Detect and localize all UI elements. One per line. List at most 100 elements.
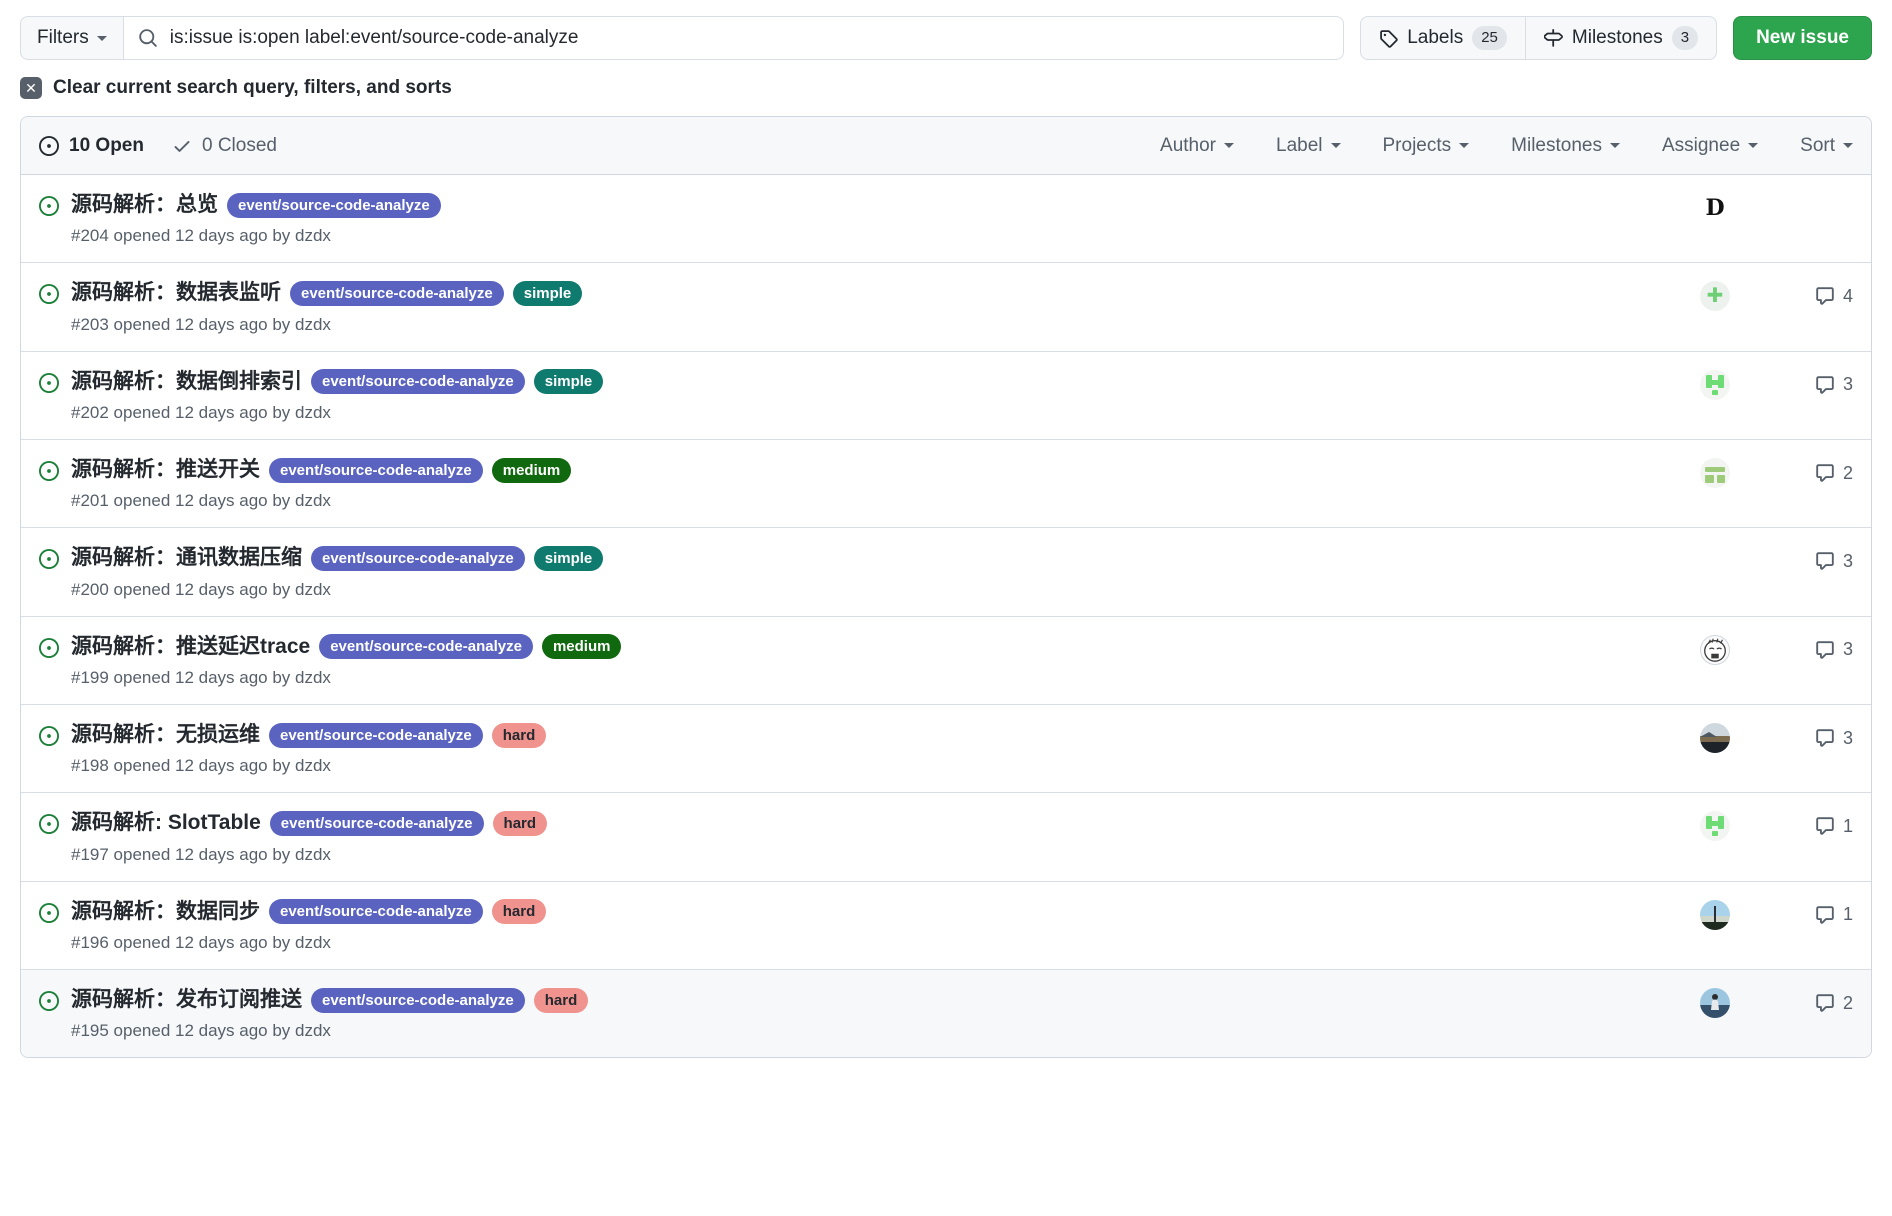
issue-row[interactable]: 源码解析：通讯数据压缩 event/source-code-analyze simp…: [21, 528, 1871, 617]
new-issue-button[interactable]: New issue: [1733, 16, 1872, 60]
issue-opened-icon: [39, 456, 59, 482]
comment-count-cell[interactable]: 3: [1775, 639, 1853, 660]
issue-row[interactable]: 源码解析：数据倒排索引 event/source-code-analyze simp…: [21, 351, 1871, 441]
assignee-avatar-cell: [1655, 988, 1775, 1019]
issue-label[interactable]: event/source-code-analyze: [269, 722, 483, 748]
issue-label[interactable]: event/source-code-analyze: [269, 457, 483, 483]
filter-milestones[interactable]: Milestones: [1511, 135, 1620, 157]
issue-label[interactable]: event/source-code-analyze: [311, 546, 525, 572]
comment-count-cell[interactable]: 3: [1775, 728, 1853, 749]
avatar[interactable]: [1700, 811, 1730, 842]
issue-content: 源码解析：发布订阅推送 event/source-code-analyze hard…: [71, 986, 1655, 1041]
assignee-avatar-cell: [1655, 369, 1775, 400]
milestones-button[interactable]: Milestones 3: [1524, 17, 1716, 59]
issue-row[interactable]: 源码解析：数据同步 event/source-code-analyze hard #1…: [21, 881, 1871, 971]
comment-count-cell[interactable]: 1: [1775, 816, 1853, 837]
issue-label[interactable]: event/source-code-analyze: [290, 281, 504, 307]
tab-open-issues[interactable]: 10 Open: [39, 135, 144, 157]
issue-title-link[interactable]: 源码解析：总览: [71, 191, 218, 219]
issue-opened-icon: [39, 544, 59, 570]
issue-label[interactable]: event/source-code-analyze: [269, 811, 484, 837]
labels-button[interactable]: Labels 25: [1361, 17, 1525, 59]
avatar[interactable]: D: [1700, 193, 1730, 223]
issue-title-link[interactable]: 源码解析：推送延迟trace: [71, 633, 310, 661]
issue-row-right: 2: [1655, 986, 1853, 1019]
assignee-avatar-cell: [1655, 546, 1775, 576]
avatar[interactable]: ✚: [1700, 281, 1730, 312]
avatar[interactable]: [1700, 634, 1730, 665]
avatar[interactable]: [1700, 899, 1730, 930]
filter-projects[interactable]: Projects: [1383, 135, 1470, 157]
issue-row[interactable]: 源码解析：推送开关 event/source-code-analyze medium…: [21, 440, 1871, 529]
issue-opened-icon: [39, 135, 59, 156]
issue-row[interactable]: 源码解析：总览 event/source-code-analyze #204 ope…: [21, 175, 1871, 264]
issue-title-link[interactable]: 源码解析：无损运维: [71, 721, 260, 749]
comment-count-value: 3: [1842, 550, 1853, 571]
comment-count-value: 3: [1842, 727, 1853, 748]
issue-meta: #203 opened 12 days ago by dzdx: [71, 314, 331, 334]
issue-title-line: 源码解析：数据同步 event/source-code-analyze hard: [71, 898, 1655, 926]
clear-filters-link[interactable]: ✕ Clear current search query, filters, a…: [20, 77, 1872, 99]
issue-row[interactable]: 源码解析：推送延迟trace event/source-code-analyze m…: [21, 616, 1871, 706]
issue-label[interactable]: simple: [533, 369, 604, 395]
comment-count-cell[interactable]: 3: [1775, 551, 1853, 572]
issue-label[interactable]: simple: [533, 546, 604, 572]
issue-label[interactable]: medium: [491, 457, 572, 483]
issue-label[interactable]: event/source-code-analyze: [269, 899, 483, 925]
issue-meta: #199 opened 12 days ago by dzdx: [71, 668, 331, 688]
issue-row[interactable]: 源码解析: SlotTable event/source-code-analyze…: [21, 793, 1871, 882]
issue-label[interactable]: event/source-code-analyze: [227, 192, 441, 218]
issue-row[interactable]: 源码解析：发布订阅推送 event/source-code-analyze hard…: [21, 970, 1871, 1058]
issue-label[interactable]: hard: [491, 899, 547, 925]
issue-row-right: 1: [1655, 898, 1853, 930]
comment-count-cell[interactable]: 3: [1775, 374, 1853, 395]
issue-row-right: D: [1655, 191, 1853, 223]
issue-opened-icon: [39, 191, 59, 216]
issue-label[interactable]: hard: [491, 722, 547, 748]
filter-author[interactable]: Author: [1160, 135, 1234, 157]
issue-title-link[interactable]: 源码解析：数据同步: [71, 898, 260, 926]
issue-title-link[interactable]: 源码解析：数据表监听: [71, 279, 281, 307]
comment-icon: [1815, 905, 1835, 925]
issue-title-line: 源码解析：推送延迟trace event/source-code-analyze m…: [71, 633, 1655, 661]
tab-closed-issues[interactable]: 0 Closed: [172, 135, 277, 157]
avatar[interactable]: [1700, 458, 1730, 489]
comment-count-cell[interactable]: 4: [1775, 286, 1853, 307]
issue-title-link[interactable]: 源码解析：数据倒排索引: [71, 368, 302, 396]
issue-label[interactable]: hard: [492, 811, 548, 837]
avatar[interactable]: [1700, 723, 1730, 754]
issue-title-link[interactable]: 源码解析：发布订阅推送: [71, 986, 302, 1014]
issue-title-link[interactable]: 源码解析: SlotTable: [71, 809, 261, 837]
filter-assignee[interactable]: Assignee: [1662, 135, 1759, 157]
issue-opened-icon: [39, 633, 59, 658]
filter-label[interactable]: Label: [1276, 135, 1341, 157]
issue-opened-icon: [39, 809, 59, 835]
issue-label[interactable]: simple: [512, 281, 583, 307]
filter-sort[interactable]: Sort: [1800, 135, 1853, 157]
search-input[interactable]: is:issue is:open label:event/source-code…: [123, 17, 1344, 59]
issue-label[interactable]: event/source-code-analyze: [311, 369, 525, 395]
comment-count-cell[interactable]: 1: [1775, 904, 1853, 925]
issue-title-link[interactable]: 源码解析：通讯数据压缩: [71, 544, 302, 572]
issue-title-link[interactable]: 源码解析：推送开关: [71, 456, 260, 484]
issue-content: 源码解析：无损运维 event/source-code-analyze hard #1…: [71, 721, 1655, 776]
issue-label[interactable]: event/source-code-analyze: [311, 987, 525, 1013]
issue-title-line: 源码解析：数据倒排索引 event/source-code-analyze simp…: [71, 368, 1655, 396]
comment-icon: [1815, 993, 1835, 1013]
issue-row[interactable]: 源码解析：数据表监听 event/source-code-analyze simpl…: [21, 263, 1871, 352]
issue-row[interactable]: 源码解析：无损运维 event/source-code-analyze hard #1…: [21, 705, 1871, 794]
comment-count-cell[interactable]: 2: [1775, 463, 1853, 484]
issue-label[interactable]: event/source-code-analyze: [319, 634, 533, 660]
issue-label[interactable]: medium: [541, 634, 622, 660]
issues-list-card: 10 Open 0 Closed Author Label Projects M…: [20, 116, 1872, 1059]
avatar[interactable]: [1700, 369, 1730, 400]
check-icon: [172, 136, 192, 156]
issue-row-right: 3: [1655, 544, 1853, 576]
comment-count-cell[interactable]: 2: [1775, 993, 1853, 1014]
filters-dropdown[interactable]: Filters: [21, 17, 124, 59]
assignee-avatar-cell: [1655, 899, 1775, 930]
search-toolbar: Filters is:issue is:open label:event/sou…: [20, 0, 1872, 60]
filter-milestones-label: Milestones: [1511, 134, 1602, 156]
avatar[interactable]: [1700, 988, 1730, 1019]
issue-label[interactable]: hard: [533, 987, 589, 1013]
